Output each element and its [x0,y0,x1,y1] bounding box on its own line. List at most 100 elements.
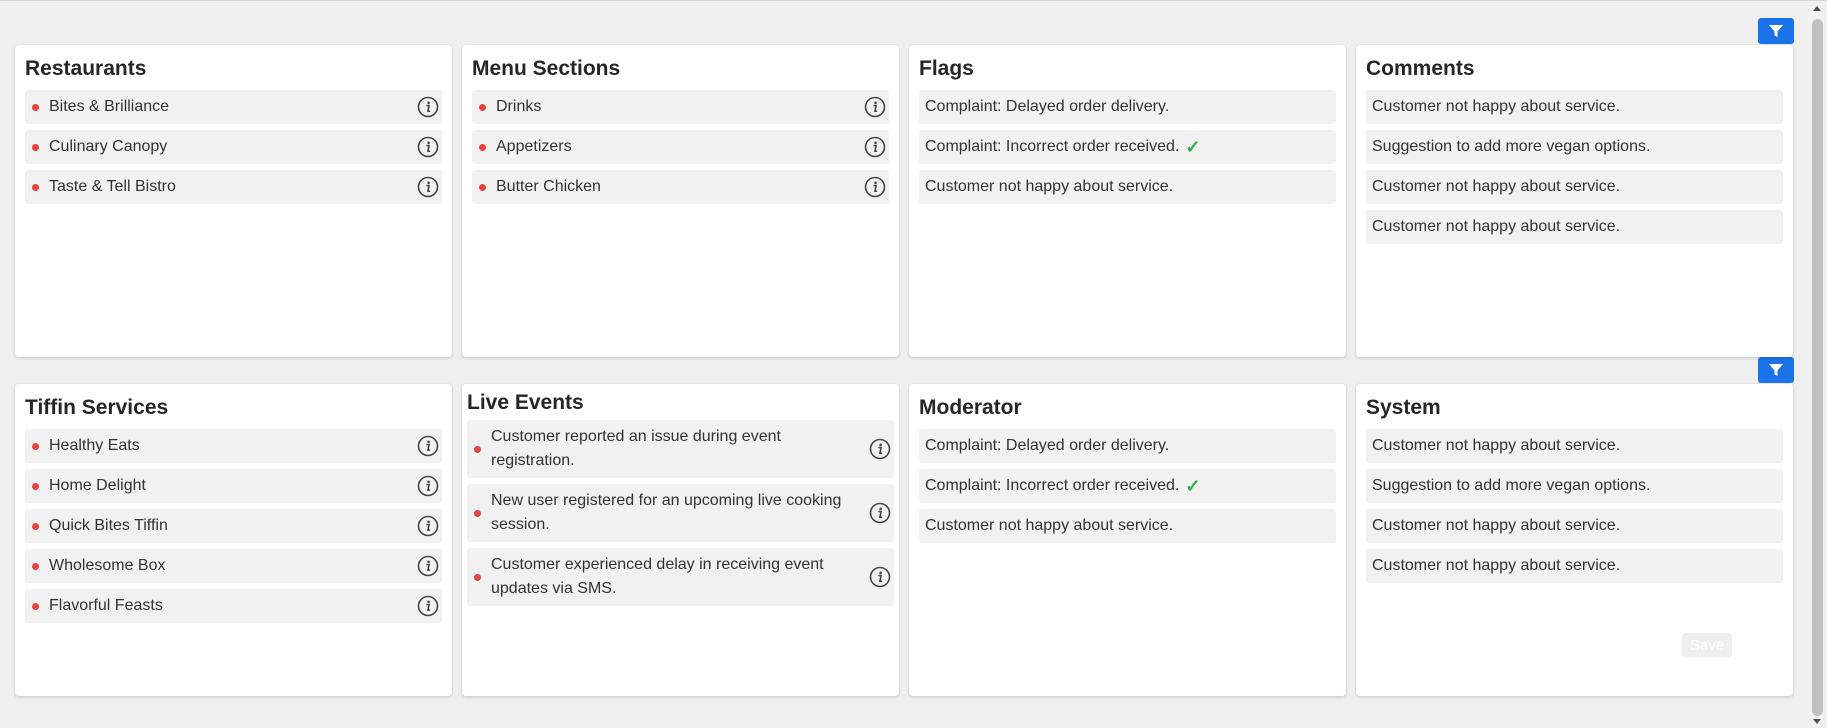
item-label: Home Delight [49,477,146,494]
checkmark-icon: ✓ [1185,136,1201,157]
restaurants-card: Restaurants Bites & Brilliance Culinary … [15,45,452,357]
list-item[interactable]: Appetizers [472,130,889,164]
list-item[interactable]: Customer reported an issue during event … [467,420,894,478]
list-item[interactable]: Butter Chicken [472,170,889,204]
tiffin-services-list: Healthy Eats Home Delight Quick Bites Ti… [25,429,442,629]
list-item[interactable]: Suggestion to add more vegan options. [1366,469,1783,503]
item-label: Customer not happy about service. [1372,98,1621,115]
info-icon[interactable] [869,438,891,460]
list-item[interactable]: Flavorful Feasts [25,589,442,623]
bullet-dot [32,184,39,191]
vertical-scrollbar[interactable] [1808,1,1827,728]
info-icon[interactable] [417,96,439,118]
item-label: Bites & Brilliance [49,98,170,115]
bullet-dot [479,184,486,191]
list-item[interactable]: Bites & Brilliance [25,90,442,124]
list-item[interactable]: Home Delight [25,469,442,503]
tiffin-services-card: Tiffin Services Healthy Eats Home Deligh… [15,384,452,696]
item-label: Customer not happy about service. [925,178,1174,195]
list-item[interactable]: Customer not happy about service. [1366,210,1783,244]
filter-icon [1769,364,1783,376]
list-item[interactable]: Healthy Eats [25,429,442,463]
save-button[interactable]: Save [1682,633,1732,657]
info-icon[interactable] [417,435,439,457]
item-label: Customer not happy about service. [1372,218,1621,235]
list-item[interactable]: Customer not happy about service. [1366,549,1783,583]
menu-sections-card: Menu Sections Drinks Appetizers Butter C… [462,45,899,357]
info-icon[interactable] [869,566,891,588]
scroll-up-icon[interactable] [1813,6,1821,11]
card-title: Live Events [467,391,584,414]
item-label: Taste & Tell Bistro [49,178,176,195]
list-item[interactable]: Customer not happy about service. [919,170,1336,204]
list-item[interactable]: Customer experienced delay in receiving … [467,548,894,606]
info-icon[interactable] [417,136,439,158]
item-label: Butter Chicken [496,178,601,195]
moderator-card: Moderator Complaint: Delayed order deliv… [909,384,1346,696]
restaurants-list: Bites & Brilliance Culinary Canopy Taste… [25,90,442,210]
card-title: Restaurants [25,57,147,80]
bullet-dot [32,144,39,151]
item-label: Wholesome Box [49,557,166,574]
card-title: Comments [1366,57,1475,80]
item-label: Complaint: Delayed order delivery. [925,98,1170,115]
item-label: Suggestion to add more vegan options. [1372,138,1651,155]
item-label: Healthy Eats [49,437,140,454]
menu-sections-list: Drinks Appetizers Butter Chicken [472,90,889,210]
info-icon[interactable] [864,96,886,118]
list-item[interactable]: Suggestion to add more vegan options. [1366,130,1783,164]
item-label: Appetizers [496,138,572,155]
card-title: Moderator [919,396,1022,419]
info-icon[interactable] [869,502,891,524]
moderator-list: Complaint: Delayed order delivery. Compl… [919,429,1336,549]
item-label: Culinary Canopy [49,138,168,155]
list-item[interactable]: Complaint: Delayed order delivery. [919,90,1336,124]
list-item[interactable]: Complaint: Delayed order delivery. [919,429,1336,463]
filter-button-bottom[interactable] [1758,357,1794,383]
list-item[interactable]: New user registered for an upcoming live… [467,484,894,542]
info-icon[interactable] [417,176,439,198]
info-icon[interactable] [417,515,439,537]
card-title: Tiffin Services [25,396,169,419]
bullet-dot [32,563,39,570]
item-label: Customer not happy about service. [1372,437,1621,454]
scroll-thumb[interactable] [1812,19,1823,716]
item-label: Flavorful Feasts [49,597,163,614]
item-label: Customer not happy about service. [925,517,1174,534]
list-item[interactable]: Wholesome Box [25,549,442,583]
bullet-dot [32,443,39,450]
flags-card: Flags Complaint: Delayed order delivery.… [909,45,1346,357]
list-item[interactable]: Customer not happy about service. [919,509,1336,543]
filter-icon [1769,25,1783,37]
item-label: Quick Bites Tiffin [49,517,168,534]
filter-button-top[interactable] [1758,18,1794,44]
list-item[interactable]: Customer not happy about service. [1366,429,1783,463]
scroll-down-icon[interactable] [1813,719,1821,724]
info-icon[interactable] [864,176,886,198]
list-item[interactable]: Customer not happy about service. [1366,509,1783,543]
comments-list: Customer not happy about service. Sugges… [1366,90,1783,250]
list-item[interactable]: Drinks [472,90,889,124]
list-item[interactable]: Customer not happy about service. [1366,170,1783,204]
item-label: Complaint: Delayed order delivery. [925,437,1170,454]
bullet-dot [32,483,39,490]
bullet-dot [32,603,39,610]
live-events-list: Customer reported an issue during event … [467,420,894,612]
info-icon[interactable] [864,136,886,158]
info-icon[interactable] [417,475,439,497]
list-item[interactable]: Culinary Canopy [25,130,442,164]
list-item[interactable]: Quick Bites Tiffin [25,509,442,543]
list-item[interactable]: Customer not happy about service. [1366,90,1783,124]
info-icon[interactable] [417,595,439,617]
item-label: Complaint: Incorrect order received. [925,477,1180,494]
bullet-dot [32,523,39,530]
list-item[interactable]: Complaint: Incorrect order received. ✓ [919,469,1336,503]
card-title: System [1366,396,1441,419]
bullet-dot [479,144,486,151]
info-icon[interactable] [417,555,439,577]
bullet-dot [474,574,481,581]
list-item[interactable]: Taste & Tell Bistro [25,170,442,204]
item-label: Customer not happy about service. [1372,178,1621,195]
comments-card: Comments Customer not happy about servic… [1356,45,1793,357]
list-item[interactable]: Complaint: Incorrect order received. ✓ [919,130,1336,164]
